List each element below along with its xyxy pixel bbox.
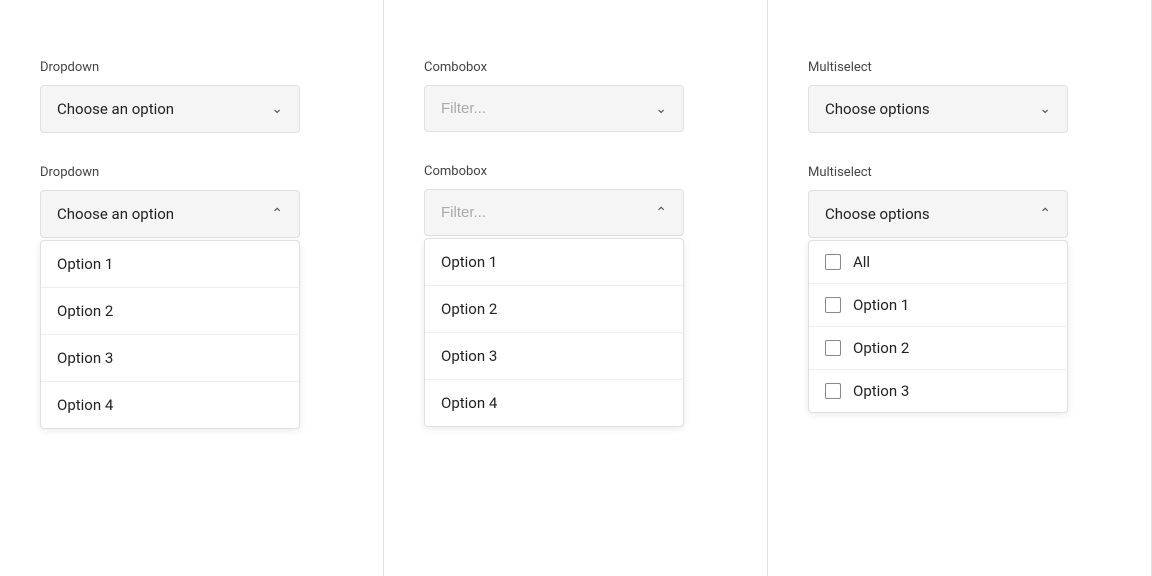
checkbox-3 — [825, 383, 841, 399]
dropdown-closed-wrapper: Choose an option ⌄ — [40, 85, 300, 133]
chevron-up-icon: ⌃ — [1039, 206, 1051, 222]
combobox-open-label: Combobox — [424, 164, 728, 179]
multiselect-option-3[interactable]: Option 3 — [809, 370, 1067, 412]
combobox-option-3[interactable]: Option 3 — [425, 333, 683, 380]
multiselect-closed-trigger[interactable]: Choose options ⌄ — [808, 85, 1068, 133]
multiselect-column: Multiselect Choose options ⌄ Multiselect… — [768, 0, 1152, 576]
dropdown-option-4[interactable]: Option 4 — [41, 382, 299, 428]
combobox-closed-input[interactable] — [441, 100, 655, 117]
dropdown-open-list: Option 1 Option 2 Option 3 Option 4 — [40, 240, 300, 429]
multiselect-closed-value: Choose options — [825, 100, 930, 118]
checkbox-1 — [825, 297, 841, 313]
dropdown-open-value: Choose an option — [57, 205, 174, 223]
combobox-open-section: Combobox ⌃ Option 1 Option 2 Option 3 Op… — [424, 164, 728, 236]
multiselect-open-list: All Option 1 Option 2 Option 3 — [808, 240, 1068, 413]
multiselect-open-trigger[interactable]: Choose options ⌃ — [808, 190, 1068, 238]
dropdown-closed-trigger[interactable]: Choose an option ⌄ — [40, 85, 300, 133]
chevron-down-icon: ⌄ — [1039, 101, 1051, 117]
combobox-open-trigger[interactable]: ⌃ — [424, 189, 684, 236]
combobox-open-input[interactable] — [441, 204, 655, 221]
combobox-option-1[interactable]: Option 1 — [425, 239, 683, 286]
dropdown-open-wrapper: Choose an option ⌃ Option 1 Option 2 Opt… — [40, 190, 300, 238]
combobox-open-list: Option 1 Option 2 Option 3 Option 4 — [424, 238, 684, 427]
chevron-down-icon: ⌄ — [655, 101, 667, 117]
multiselect-option-2-label: Option 2 — [853, 339, 909, 357]
multiselect-option-3-label: Option 3 — [853, 382, 909, 400]
combobox-closed-wrapper: ⌄ — [424, 85, 684, 132]
multiselect-all-label: All — [853, 253, 870, 271]
combobox-label: Combobox — [424, 60, 728, 75]
combobox-closed-section: Combobox ⌄ — [424, 60, 728, 132]
chevron-down-icon: ⌄ — [271, 101, 283, 117]
chevron-up-icon: ⌃ — [655, 205, 667, 221]
multiselect-closed-section: Multiselect Choose options ⌄ — [808, 60, 1112, 133]
combobox-column: Combobox ⌄ Combobox ⌃ Option 1 Option 2 … — [384, 0, 768, 576]
multiselect-open-label: Multiselect — [808, 165, 1112, 180]
multiselect-open-wrapper: Choose options ⌃ All Option 1 Option 2 — [808, 190, 1068, 238]
combobox-option-4[interactable]: Option 4 — [425, 380, 683, 426]
dropdown-option-2[interactable]: Option 2 — [41, 288, 299, 335]
combobox-closed-trigger[interactable]: ⌄ — [424, 85, 684, 132]
dropdown-label: Dropdown — [40, 60, 344, 75]
combobox-open-wrapper: ⌃ Option 1 Option 2 Option 3 Option 4 — [424, 189, 684, 236]
checkbox-2 — [825, 340, 841, 356]
dropdown-open-label: Dropdown — [40, 165, 344, 180]
dropdown-column: Dropdown Choose an option ⌄ Dropdown Cho… — [0, 0, 384, 576]
checkbox-all — [825, 254, 841, 270]
chevron-up-icon: ⌃ — [271, 206, 283, 222]
dropdown-open-section: Dropdown Choose an option ⌃ Option 1 Opt… — [40, 165, 344, 238]
multiselect-option-1-label: Option 1 — [853, 296, 909, 314]
multiselect-closed-wrapper: Choose options ⌄ — [808, 85, 1068, 133]
dropdown-closed-section: Dropdown Choose an option ⌄ — [40, 60, 344, 133]
dropdown-option-3[interactable]: Option 3 — [41, 335, 299, 382]
dropdown-open-trigger[interactable]: Choose an option ⌃ — [40, 190, 300, 238]
multiselect-option-all[interactable]: All — [809, 241, 1067, 284]
multiselect-open-value: Choose options — [825, 205, 930, 223]
multiselect-open-section: Multiselect Choose options ⌃ All Option … — [808, 165, 1112, 238]
combobox-option-2[interactable]: Option 2 — [425, 286, 683, 333]
multiselect-option-2[interactable]: Option 2 — [809, 327, 1067, 370]
multiselect-label: Multiselect — [808, 60, 1112, 75]
dropdown-option-1[interactable]: Option 1 — [41, 241, 299, 288]
dropdown-closed-value: Choose an option — [57, 100, 174, 118]
multiselect-option-1[interactable]: Option 1 — [809, 284, 1067, 327]
